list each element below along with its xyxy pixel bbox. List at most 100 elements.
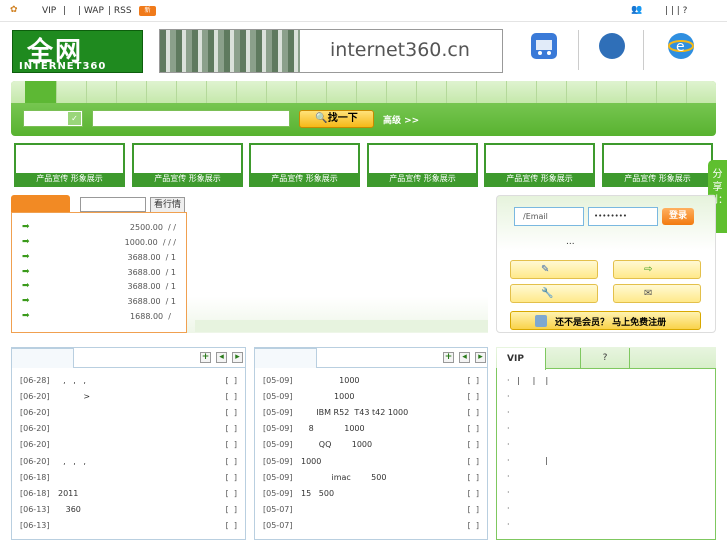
nav-tab[interactable]: [567, 81, 597, 103]
news-item[interactable]: [06-20][ ]: [20, 440, 237, 454]
search-button[interactable]: 🔍找一下: [299, 110, 374, 128]
plus-icon[interactable]: +: [200, 352, 211, 363]
ad-box[interactable]: 产品宣传 形象展示: [602, 143, 713, 187]
cart-icon[interactable]: [531, 33, 557, 59]
price-row[interactable]: ➡ 3688.00 / 1: [12, 280, 186, 294]
member-button-mail[interactable]: ✉: [613, 284, 701, 303]
nav-tab[interactable]: [147, 81, 177, 103]
advanced-search-link[interactable]: 高级 >>: [383, 113, 419, 126]
vip-link[interactable]: VIP: [42, 6, 56, 16]
news-item[interactable]: [05-09] imac 500[ ]: [263, 473, 479, 487]
register-button[interactable]: 还不是会员？ 马上免费注册: [510, 311, 701, 330]
nav-tab[interactable]: [657, 81, 687, 103]
news-item[interactable]: [05-07][ ]: [263, 521, 479, 535]
nav-tab[interactable]: [207, 81, 237, 103]
globe-icon[interactable]: [599, 33, 625, 59]
nav-tab[interactable]: [117, 81, 147, 103]
news-item[interactable]: [06-20] >[ ]: [20, 392, 237, 406]
news-item[interactable]: [06-18] 2011[ ]: [20, 489, 237, 503]
price-tab[interactable]: [11, 195, 70, 212]
news-item[interactable]: [05-09] 15 500[ ]: [263, 489, 479, 503]
price-search-input[interactable]: [80, 197, 146, 212]
news-item[interactable]: [06-20][ ]: [20, 424, 237, 438]
member-button-edit[interactable]: ✎: [510, 260, 598, 279]
nav-tab[interactable]: [87, 81, 117, 103]
ad-box[interactable]: 产品宣传 形象展示: [249, 143, 360, 187]
nav-tab[interactable]: [327, 81, 357, 103]
ad-box[interactable]: 产品宣传 形象展示: [132, 143, 243, 187]
ad-box[interactable]: 产品宣传 形象展示: [14, 143, 125, 187]
chevron-down-icon[interactable]: ✓: [68, 112, 81, 125]
price-row[interactable]: ➡ 3688.00 / 1: [12, 295, 186, 309]
news-item[interactable]: [05-09] 8 1000[ ]: [263, 424, 479, 438]
vip-list-item[interactable]: · | | |: [507, 376, 548, 385]
vip-list-item[interactable]: ·: [507, 504, 510, 513]
nav-tab[interactable]: [627, 81, 657, 103]
vip-list-item[interactable]: ·: [507, 440, 510, 449]
vip-list-item[interactable]: ·: [507, 424, 510, 433]
nav-tab[interactable]: [477, 81, 507, 103]
nav-tab-home[interactable]: [25, 81, 57, 103]
ie-icon[interactable]: e: [668, 33, 694, 59]
vip-list-item[interactable]: ·: [507, 408, 510, 417]
nav-tab[interactable]: [447, 81, 477, 103]
news-item[interactable]: [06-13] 360[ ]: [20, 505, 237, 519]
nav-tab[interactable]: [237, 81, 267, 103]
price-row[interactable]: ➡ 3688.00 / 1: [12, 251, 186, 265]
login-links[interactable]: ...: [566, 237, 575, 247]
nav-tab[interactable]: [507, 81, 537, 103]
vip-list-item[interactable]: ·: [507, 392, 510, 401]
search-input[interactable]: [92, 110, 290, 127]
news-item[interactable]: [06-20][ ]: [20, 408, 237, 422]
vip-list-item[interactable]: ·: [507, 520, 510, 529]
news-item[interactable]: [06-28] , , ,[ ]: [20, 376, 237, 390]
news-item[interactable]: [05-09] 1000[ ]: [263, 457, 479, 471]
nav-tab[interactable]: [417, 81, 447, 103]
email-field[interactable]: /Email: [514, 207, 584, 226]
vip-list-item[interactable]: ·: [507, 488, 510, 497]
news-item[interactable]: [05-09] 1000[ ]: [263, 376, 479, 390]
nav-tab[interactable]: [597, 81, 627, 103]
ad-box[interactable]: 产品宣传 形象展示: [367, 143, 478, 187]
arrow-left-icon[interactable]: ◂: [216, 352, 227, 363]
panel-tab[interactable]: [255, 348, 317, 368]
tab-help[interactable]: ?: [580, 348, 630, 369]
nav-tab[interactable]: [357, 81, 387, 103]
site-logo[interactable]: 全网 INTERNET360: [12, 30, 143, 73]
home-icon[interactable]: ✿: [10, 5, 18, 15]
category-select[interactable]: ✓: [23, 110, 83, 127]
arrow-left-icon[interactable]: ◂: [459, 352, 470, 363]
rss-link[interactable]: | RSS: [108, 6, 132, 16]
price-row[interactable]: ➡ 2500.00 / /: [12, 221, 186, 235]
wap-link[interactable]: | WAP: [78, 6, 104, 16]
nav-tab[interactable]: [267, 81, 297, 103]
price-row[interactable]: ➡ 3688.00 / 1: [12, 266, 186, 280]
news-item[interactable]: [05-07][ ]: [263, 505, 479, 519]
news-item[interactable]: [05-09] QQ 1000[ ]: [263, 440, 479, 454]
panel-tab[interactable]: [12, 348, 74, 368]
price-row[interactable]: ➡ 1688.00 /: [12, 310, 186, 324]
vip-list-item[interactable]: · |: [507, 456, 548, 465]
news-item[interactable]: [06-13][ ]: [20, 521, 237, 535]
vip-list-item[interactable]: ·: [507, 472, 510, 481]
price-row[interactable]: ➡ 1000.00 / / /: [12, 236, 186, 250]
password-field[interactable]: ••••••••: [588, 207, 658, 226]
ad-box[interactable]: 产品宣传 形象展示: [484, 143, 595, 187]
tab-vip[interactable]: VIP: [497, 348, 546, 370]
nav-tab[interactable]: [177, 81, 207, 103]
header-banner[interactable]: internet360.cn: [159, 29, 503, 73]
nav-tab[interactable]: [387, 81, 417, 103]
news-item[interactable]: [05-09] 1000[ ]: [263, 392, 479, 406]
nav-tab[interactable]: [57, 81, 87, 103]
arrow-right-icon[interactable]: ▸: [475, 352, 486, 363]
top-right-links[interactable]: | | | ?: [665, 6, 687, 16]
arrow-right-icon[interactable]: ▸: [232, 352, 243, 363]
login-button[interactable]: 登录: [662, 208, 694, 225]
member-button-export[interactable]: ⇨: [613, 260, 701, 279]
news-item[interactable]: [05-09] IBM R52 T43 t42 1000[ ]: [263, 408, 479, 422]
rank-button[interactable]: 看行情: [150, 197, 185, 213]
nav-tab[interactable]: [537, 81, 567, 103]
news-item[interactable]: [06-18][ ]: [20, 473, 237, 487]
plus-icon[interactable]: +: [443, 352, 454, 363]
news-item[interactable]: [06-20] , , ,[ ]: [20, 457, 237, 471]
